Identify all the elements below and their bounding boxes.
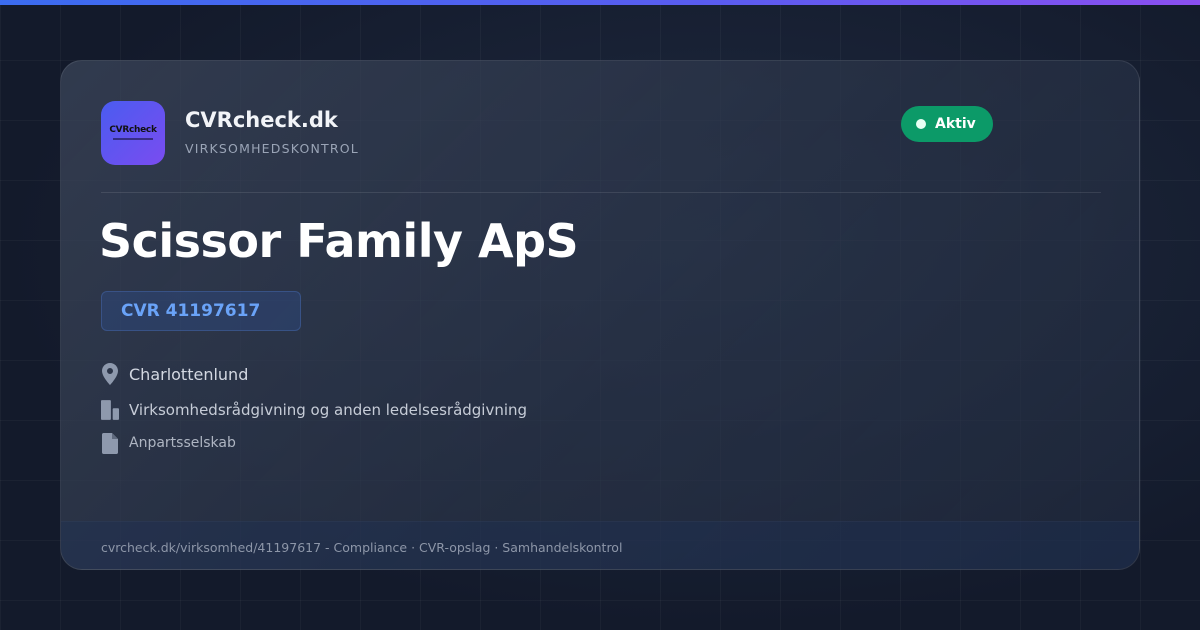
footer-bar: cvrcheck.dk/virksomhed/41197617 - Compli… — [61, 521, 1139, 569]
industry-row: Virksomhedsrådgivning og anden ledelsesr… — [101, 399, 527, 421]
map-pin-icon — [101, 363, 119, 385]
company-type-row: Anpartsselskab — [101, 432, 236, 454]
location-text: Charlottenlund — [129, 364, 249, 384]
document-icon — [101, 432, 119, 454]
status-badge: Aktiv — [901, 106, 993, 142]
footer-text: cvrcheck.dk/virksomhed/41197617 - Compli… — [101, 540, 623, 555]
company-card: CVRcheck CVRcheck.dk VIRKSOMHEDSKONTROL … — [60, 60, 1140, 570]
location-row: Charlottenlund — [101, 363, 248, 385]
status-label: Aktiv — [935, 116, 976, 132]
building-icon — [101, 399, 119, 421]
cvr-number-box: CVR 41197617 — [101, 291, 301, 331]
brand-logo-underline — [113, 138, 153, 140]
industry-text: Virksomhedsrådgivning og anden ledelsesr… — [129, 401, 528, 419]
brand-name: CVRcheck.dk — [185, 108, 338, 132]
company-name: Scissor Family ApS — [99, 214, 579, 268]
status-dot-icon — [916, 119, 926, 129]
brand-logo: CVRcheck — [101, 101, 165, 165]
company-type-text: Anpartsselskab — [129, 435, 236, 451]
top-accent-bar — [0, 0, 1200, 5]
brand-tagline: VIRKSOMHEDSKONTROL — [185, 141, 359, 156]
cvr-number: CVR 41197617 — [121, 301, 261, 321]
brand-logo-text: CVRcheck — [109, 125, 157, 135]
header-divider — [101, 192, 1101, 193]
